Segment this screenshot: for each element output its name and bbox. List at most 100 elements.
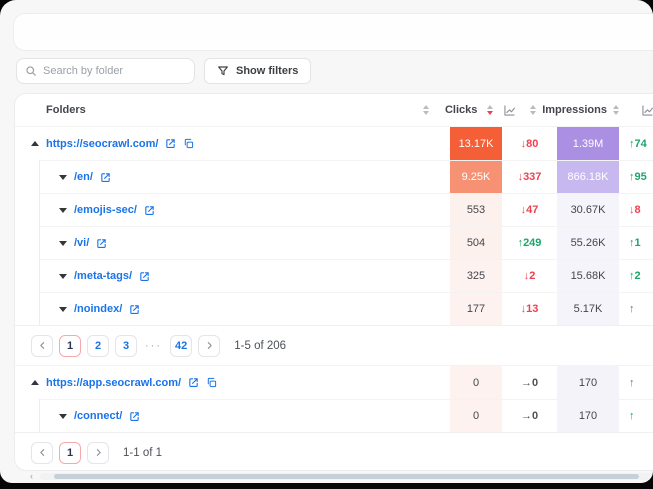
impressions-change: ↑95 <box>619 161 653 193</box>
external-link-icon[interactable] <box>165 138 176 149</box>
external-link-icon[interactable] <box>139 271 150 282</box>
table-row: https://seocrawl.com/ 13.17K ↓80 1.39M ↑… <box>15 126 653 160</box>
external-link-icon[interactable] <box>129 411 140 422</box>
expand-caret-icon[interactable] <box>59 414 67 419</box>
expand-caret-icon[interactable] <box>59 307 67 312</box>
prev-page-button[interactable] <box>31 335 53 357</box>
clicks-change: →0 <box>502 400 557 432</box>
page-button-3[interactable]: 3 <box>115 335 137 357</box>
clicks-value: 0 <box>450 400 502 432</box>
pagination-ellipsis: ··· <box>145 340 162 352</box>
column-header-clicks[interactable]: Clicks <box>435 94 487 126</box>
impressions-change: ↑74 <box>619 127 653 160</box>
page-button-42[interactable]: 42 <box>170 335 192 357</box>
impressions-value: 55.26K <box>557 227 619 259</box>
folder-link[interactable]: /connect/ <box>74 410 122 422</box>
clicks-value: 9.25K <box>450 161 502 193</box>
column-header-clicks-trend[interactable] <box>487 94 542 126</box>
external-link-icon[interactable] <box>144 205 155 216</box>
clicks-change: ↓47 <box>502 194 557 226</box>
page-button-2[interactable]: 2 <box>87 335 109 357</box>
clicks-value: 13.17K <box>450 127 502 160</box>
impressions-value: 1.39M <box>557 127 619 160</box>
search-icon <box>25 65 37 77</box>
clicks-change: ↓2 <box>502 260 557 292</box>
table-row: /connect/ 0 →0 170 ↑ <box>40 399 653 432</box>
column-header-impressions[interactable]: Impressions <box>542 94 619 126</box>
search-input[interactable] <box>43 65 186 77</box>
collapsed-header-panel <box>13 13 653 51</box>
show-filters-label: Show filters <box>236 65 298 77</box>
clicks-header-label: Clicks <box>445 104 477 116</box>
page-button-1[interactable]: 1 <box>59 442 81 464</box>
funnel-icon <box>217 65 229 77</box>
clicks-value: 325 <box>450 260 502 292</box>
pagination-summary: 1-1 of 1 <box>123 447 162 459</box>
folder-link[interactable]: https://app.seocrawl.com/ <box>46 377 181 389</box>
sort-icon-folders[interactable] <box>423 105 429 115</box>
pagination-summary: 1-5 of 206 <box>234 340 286 352</box>
folder-link[interactable]: /noindex/ <box>74 303 122 315</box>
column-header-impressions-trend[interactable] <box>619 94 653 126</box>
collapse-caret-icon[interactable] <box>31 380 39 385</box>
impressions-change: ↑2 <box>619 260 653 292</box>
horizontal-scrollbar-thumb[interactable] <box>54 474 639 479</box>
clicks-value: 553 <box>450 194 502 226</box>
scroll-left-icon[interactable]: ‹ <box>30 471 33 481</box>
copy-icon[interactable] <box>206 377 217 388</box>
impressions-value: 866.18K <box>557 161 619 193</box>
show-filters-button[interactable]: Show filters <box>204 58 311 84</box>
folder-link[interactable]: /vi/ <box>74 237 89 249</box>
app-window: Show filters Folders Clicks I <box>0 0 653 483</box>
clicks-change: ↑249 <box>502 227 557 259</box>
table-header-row: Folders Clicks Impressions <box>15 94 653 126</box>
clicks-value: 504 <box>450 227 502 259</box>
trend-chart-icon-clicks <box>503 104 516 117</box>
table-row: /emojis-sec/ 553 ↓47 30.67K ↓8 <box>40 193 653 226</box>
impressions-header-label: Impressions <box>542 104 607 116</box>
table-row: /vi/ 504 ↑249 55.26K ↑1 <box>40 226 653 259</box>
impressions-change: ↓8 <box>619 194 653 226</box>
impressions-value: 170 <box>557 400 619 432</box>
trend-chart-icon-impressions <box>641 104 653 117</box>
expand-caret-icon[interactable] <box>59 175 67 180</box>
table-row: https://app.seocrawl.com/ 0 →0 170 ↑ <box>15 365 653 399</box>
clicks-value: 0 <box>450 366 502 399</box>
expand-caret-icon[interactable] <box>59 274 67 279</box>
pagination-group-1: 1 2 3 ··· 42 1-5 of 206 <box>15 325 653 365</box>
expand-caret-icon[interactable] <box>59 241 67 246</box>
copy-icon[interactable] <box>183 138 194 149</box>
folder-link[interactable]: /meta-tags/ <box>74 270 132 282</box>
folders-table: Folders Clicks Impressions <box>14 93 653 471</box>
prev-page-button[interactable] <box>31 442 53 464</box>
next-page-button[interactable] <box>87 442 109 464</box>
collapse-caret-icon[interactable] <box>31 141 39 146</box>
impressions-change: ↑ <box>619 400 653 432</box>
impressions-change: ↑ <box>619 293 653 325</box>
impressions-value: 170 <box>557 366 619 399</box>
next-page-button[interactable] <box>198 335 220 357</box>
external-link-icon[interactable] <box>188 377 199 388</box>
impressions-value: 5.17K <box>557 293 619 325</box>
sort-icon-clicks-trend[interactable] <box>530 105 536 115</box>
subfolder-group: /connect/ 0 →0 170 ↑ <box>39 399 653 432</box>
clicks-change: ↓13 <box>502 293 557 325</box>
impressions-value: 30.67K <box>557 194 619 226</box>
external-link-icon[interactable] <box>100 172 111 183</box>
sort-icon-clicks-desc[interactable] <box>487 105 493 115</box>
table-row: /noindex/ 177 ↓13 5.17K ↑ <box>40 292 653 325</box>
search-input-wrapper[interactable] <box>16 58 195 84</box>
pagination-group-2: 1 1-1 of 1 <box>15 432 653 471</box>
clicks-change: ↓80 <box>502 127 557 160</box>
folders-header-label: Folders <box>46 104 86 116</box>
page-button-1[interactable]: 1 <box>59 335 81 357</box>
horizontal-scrollbar-track[interactable] <box>40 473 653 480</box>
external-link-icon[interactable] <box>129 304 140 315</box>
expand-caret-icon[interactable] <box>59 208 67 213</box>
column-header-folders[interactable]: Folders <box>15 94 435 126</box>
clicks-change: ↓337 <box>502 161 557 193</box>
folder-link[interactable]: /en/ <box>74 171 93 183</box>
folder-link[interactable]: https://seocrawl.com/ <box>46 138 158 150</box>
external-link-icon[interactable] <box>96 238 107 249</box>
folder-link[interactable]: /emojis-sec/ <box>74 204 137 216</box>
